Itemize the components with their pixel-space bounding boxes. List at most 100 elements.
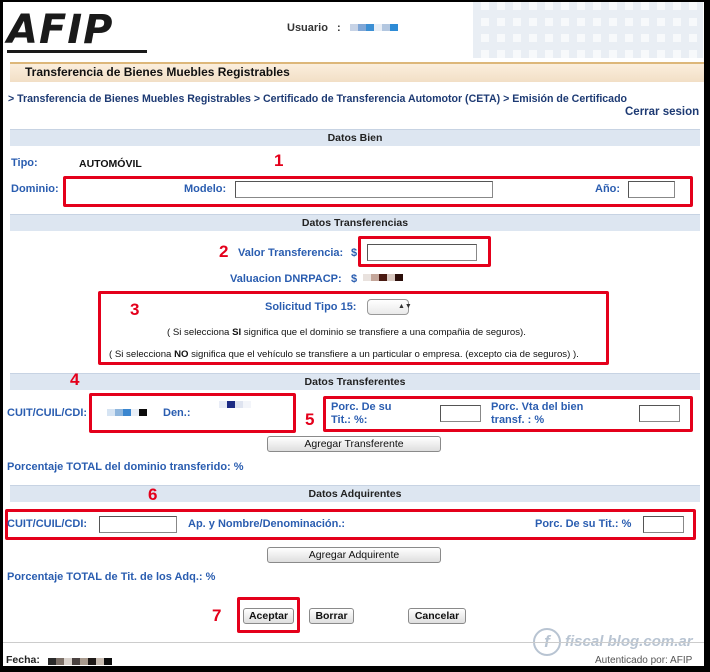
redacted-pixel <box>48 658 56 665</box>
agregar-adquirente-button[interactable]: Agregar Adquirente <box>267 547 441 563</box>
redacted-pixel <box>379 274 387 281</box>
datos-bien-header: Datos Bien <box>10 129 700 146</box>
tipo-label: Tipo: <box>11 157 38 169</box>
redacted-pixel <box>387 274 395 281</box>
porc-vta-input[interactable] <box>639 405 680 422</box>
modelo-input[interactable] <box>235 181 493 198</box>
redacted-pixel <box>235 401 243 408</box>
redacted-pixel <box>131 409 139 416</box>
porc-tit-adquirente-input[interactable] <box>643 516 684 533</box>
redacted-pixel <box>363 274 371 281</box>
den-redacted <box>219 399 251 411</box>
modelo-label: Modelo: <box>184 183 227 195</box>
annotation-number-1: 1 <box>274 151 284 170</box>
porc-tit-label-line1: Porc. De su <box>331 401 392 413</box>
note-si: ( Si selecciona SI significa que el domi… <box>167 327 526 338</box>
redacted-pixel <box>123 409 131 416</box>
valuacion-currency: $ <box>351 273 358 285</box>
redacted-pixel <box>56 658 64 665</box>
annotation-number-3: 3 <box>130 300 140 319</box>
tipo-value: AUTOMÓVIL <box>79 158 142 170</box>
header-pattern <box>473 2 703 58</box>
breadcrumb[interactable]: > Transferencia de Bienes Muebles Regist… <box>8 93 627 105</box>
agregar-transferente-button[interactable]: Agregar Transferente <box>267 436 441 452</box>
autenticado-text: Autenticado por: AFIP <box>595 655 693 666</box>
redacted-pixel <box>371 274 379 281</box>
footer-divider <box>3 642 704 643</box>
valor-transferencia-input[interactable] <box>367 244 477 261</box>
den-label: Den.: <box>163 407 191 419</box>
aceptar-button[interactable]: Aceptar <box>243 608 294 624</box>
redacted-pixel <box>243 401 251 408</box>
redacted-pixel <box>104 658 112 665</box>
note-si-pre: ( Si selecciona <box>167 327 233 338</box>
nombre-adquirente-label: Ap. y Nombre/Denominación.: <box>188 518 346 530</box>
cuit-transferente-label: CUIT/CUIL/CDI: <box>7 407 88 419</box>
fecha-redacted <box>48 656 112 666</box>
redacted-pixel <box>219 401 227 408</box>
cuit-adquirente-input[interactable] <box>99 516 177 533</box>
redacted-pixel <box>389 24 398 31</box>
redacted-pixel <box>381 24 390 31</box>
logo-underline <box>7 50 147 53</box>
redacted-pixel <box>373 24 382 31</box>
porc-tit-adquirente-label: Porc. De su Tit.: % <box>535 518 632 530</box>
redacted-pixel <box>115 409 123 416</box>
porc-vta-label-line2: transf. : % <box>491 414 545 426</box>
usuario-info: Usuario : <box>287 22 398 34</box>
redacted-pixel <box>96 658 104 665</box>
annotation-number-7: 7 <box>212 606 222 625</box>
redacted-pixel <box>227 401 235 408</box>
valuacion-redacted <box>363 272 403 284</box>
redacted-pixel <box>88 658 96 665</box>
valor-transferencia-label: Valor Transferencia: <box>238 247 344 259</box>
annotation-number-2: 2 <box>219 242 229 261</box>
note-no-bold: NO <box>174 349 189 360</box>
datos-transferencias-header: Datos Transferencias <box>10 214 700 231</box>
redacted-pixel <box>72 658 80 665</box>
usuario-separator: : <box>337 22 341 34</box>
cancelar-button[interactable]: Cancelar <box>408 608 466 624</box>
porc-tit-label-line2: Tit.: %: <box>331 414 368 426</box>
valuacion-label: Valuacion DNRPACP: <box>230 273 342 285</box>
porcentaje-total-adquirentes: Porcentaje TOTAL de Tit. de los Adq.: % <box>7 571 216 583</box>
porcentaje-total-dominio: Porcentaje TOTAL del dominio transferido… <box>7 461 244 473</box>
annotation-number-5: 5 <box>305 410 315 429</box>
redacted-pixel <box>139 409 147 416</box>
note-si-bold: SI <box>232 327 242 338</box>
redacted-pixel <box>349 24 358 31</box>
usuario-label: Usuario <box>287 22 328 34</box>
note-si-post: significa que el dominio se transfiere a… <box>241 327 526 338</box>
redacted-pixel <box>395 274 403 281</box>
porc-vta-label-line1: Porc. Vta del bien <box>491 401 584 413</box>
annotation-number-6: 6 <box>148 485 158 504</box>
datos-adquirentes-header: Datos Adquirentes <box>10 485 700 502</box>
afip-page: AFIP Usuario : Transferencia de Bienes M… <box>3 2 704 666</box>
valor-currency: $ <box>351 247 358 259</box>
cuit-transferente-redacted <box>107 407 147 419</box>
redacted-pixel <box>107 409 115 416</box>
redacted-pixel <box>365 24 374 31</box>
redacted-pixel <box>80 658 88 665</box>
usuario-redacted <box>349 22 398 34</box>
note-no: ( Si selecciona NO significa que el vehí… <box>109 349 579 360</box>
anio-label: Año: <box>595 183 621 195</box>
note-no-pre: ( Si selecciona <box>109 349 175 360</box>
datos-transferentes-header: Datos Transferentes <box>10 373 700 390</box>
afip-logo[interactable]: AFIP <box>7 7 113 53</box>
porc-tit-transferente-input[interactable] <box>440 405 481 422</box>
dominio-label: Dominio: <box>11 183 59 195</box>
cuit-adquirente-label: CUIT/CUIL/CDI: <box>7 518 88 530</box>
solicitud-tipo-15-select[interactable]: ▲▼ <box>367 299 412 315</box>
borrar-button[interactable]: Borrar <box>309 608 354 624</box>
redacted-pixel <box>357 24 366 31</box>
cerrar-sesion-link[interactable]: Cerrar sesion <box>625 106 699 118</box>
anio-input[interactable] <box>628 181 675 198</box>
page-title: Transferencia de Bienes Muebles Registra… <box>25 65 290 79</box>
solicitud-label: Solicitud Tipo 15: <box>265 301 357 313</box>
redacted-pixel <box>64 658 72 665</box>
fecha-label: Fecha: <box>6 654 40 666</box>
note-no-post: significa que el vehículo se transfiere … <box>188 349 579 360</box>
annotation-number-4: 4 <box>70 370 80 389</box>
select-arrows-icon: ▲▼ <box>398 303 412 310</box>
